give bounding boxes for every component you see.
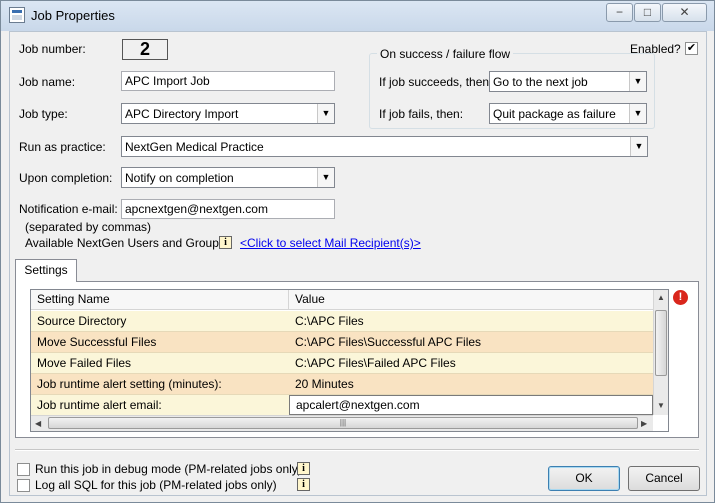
bottom-separator [15,449,699,451]
job-number-value: 2 [122,39,168,60]
chevron-down-icon[interactable]: ▼ [317,168,334,187]
info-icon[interactable]: i [297,462,310,475]
setting-name-cell: Source Directory [37,314,127,328]
info-icon[interactable]: i [297,478,310,491]
column-header-setting-name[interactable]: Setting Name [31,290,289,310]
setting-value-cell[interactable]: apcalert@nextgen.com [289,395,653,415]
error-icon: ! [673,290,688,305]
chevron-down-icon[interactable]: ▼ [629,72,646,91]
chevron-down-icon[interactable]: ▼ [317,104,334,123]
setting-name-cell: Move Successful Files [37,335,157,349]
window-title: Job Properties [31,8,115,23]
cancel-button[interactable]: Cancel [628,466,700,491]
scroll-right-icon[interactable]: ▶ [641,419,647,428]
success-label: If job succeeds, then: [379,75,493,89]
debug-mode-checkbox[interactable] [17,463,30,476]
fail-value: Quit package as failure [493,107,616,121]
table-row[interactable]: Job runtime alert email: apcalert@nextgen… [31,395,653,416]
scroll-down-icon[interactable]: ▼ [657,401,665,410]
title-bar[interactable]: Job Properties − □ ✕ [1,1,714,31]
setting-name-cell: Move Failed Files [37,356,132,370]
vertical-scrollbar[interactable]: ▲ ▼ [653,290,668,415]
minimize-button[interactable]: − [606,3,633,22]
enabled-label: Enabled? [630,42,681,56]
job-number-label: Job number: [19,42,86,56]
setting-value-cell[interactable]: 20 Minutes [289,374,653,394]
chevron-down-icon[interactable]: ▼ [630,137,647,156]
debug-mode-label: Run this job in debug mode (PM-related j… [35,462,302,476]
email-label: Notification e-mail: [19,202,118,216]
job-type-select[interactable]: APC Directory Import ▼ [121,103,335,124]
setting-name-cell: Job runtime alert setting (minutes): [37,377,222,391]
completion-select[interactable]: Notify on completion ▼ [121,167,335,188]
practice-label: Run as practice: [19,140,106,154]
maximize-button[interactable]: □ [634,3,661,22]
users-groups-label: Available NextGen Users and Groups: [25,236,229,250]
job-type-value: APC Directory Import [125,107,239,121]
log-sql-label: Log all SQL for this job (PM-related job… [35,478,277,492]
fail-select[interactable]: Quit package as failure ▼ [489,103,647,124]
vertical-scroll-thumb[interactable] [655,310,667,376]
scroll-up-icon[interactable]: ▲ [657,293,665,302]
practice-value: NextGen Medical Practice [125,140,264,154]
job-name-label: Job name: [19,75,76,89]
tab-settings[interactable]: Settings [15,259,77,282]
email-hint: (separated by commas) [25,220,152,234]
setting-value-cell[interactable]: C:\APC Files\Successful APC Files [289,332,653,352]
success-value: Go to the next job [493,75,588,89]
table-row[interactable]: Move Failed Files C:\APC Files\Failed APC… [31,353,653,374]
job-name-input[interactable]: APC Import Job [121,71,335,91]
grid-header: Setting Name Value [31,290,653,310]
info-icon[interactable]: i [219,236,232,249]
setting-name-cell: Job runtime alert email: [37,398,162,412]
table-row[interactable]: Move Successful Files C:\APC Files\Succes… [31,332,653,353]
success-select[interactable]: Go to the next job ▼ [489,71,647,92]
app-icon [9,7,25,23]
horizontal-scrollbar[interactable]: ◀ ||| ▶ [31,415,653,431]
practice-select[interactable]: NextGen Medical Practice ▼ [121,136,648,157]
fail-label: If job fails, then: [379,107,464,121]
job-properties-window: Job Properties − □ ✕ Job number: 2 Job n… [0,0,715,503]
ok-button[interactable]: OK [548,466,620,491]
log-sql-checkbox[interactable] [17,479,30,492]
select-mail-recipient-link[interactable]: <Click to select Mail Recipient(s)> [240,236,421,250]
table-row[interactable]: Source Directory C:\APC Files [31,311,653,332]
chevron-down-icon[interactable]: ▼ [629,104,646,123]
table-row[interactable]: Job runtime alert setting (minutes): 20 M… [31,374,653,395]
column-header-value[interactable]: Value [289,290,653,310]
setting-value-cell[interactable]: C:\APC Files [289,311,653,331]
email-input[interactable]: apcnextgen@nextgen.com [121,199,335,219]
horizontal-scroll-thumb[interactable]: ||| [48,417,638,429]
job-type-label: Job type: [19,107,68,121]
scroll-left-icon[interactable]: ◀ [35,419,41,428]
flow-group-title: On success / failure flow [377,47,514,61]
close-button[interactable]: ✕ [662,3,707,22]
completion-value: Notify on completion [125,171,234,185]
settings-grid: Setting Name Value Source Directory C:\AP… [30,289,669,432]
enabled-checkbox[interactable]: ✔ [685,42,698,55]
completion-label: Upon completion: [19,171,113,185]
setting-value-cell[interactable]: C:\APC Files\Failed APC Files [289,353,653,373]
